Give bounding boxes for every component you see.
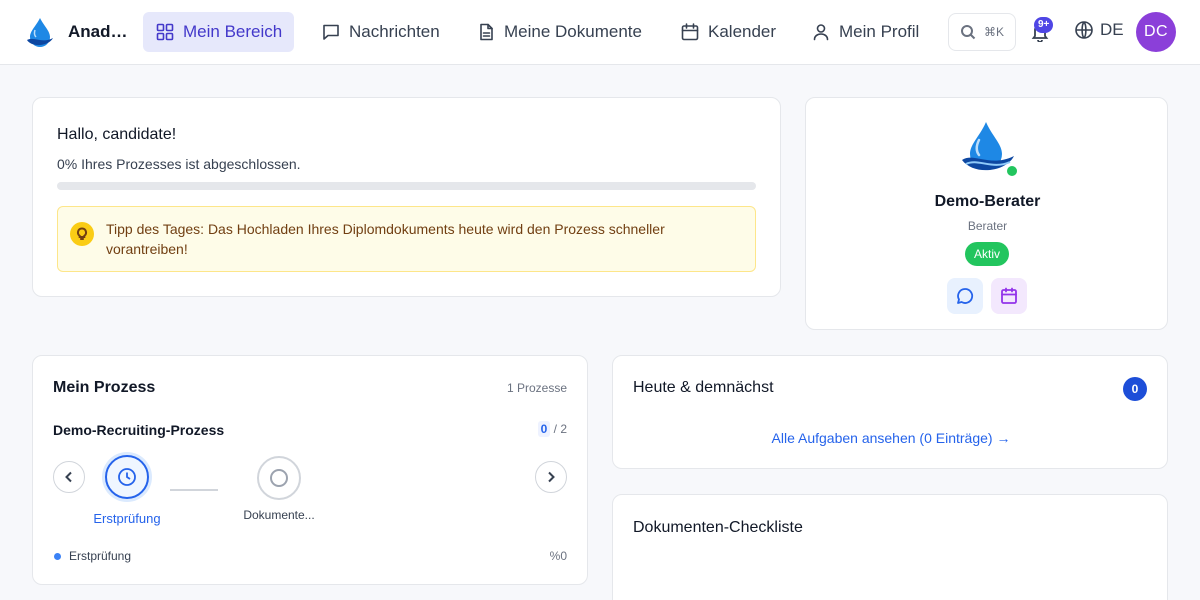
step-label: Erstprüfung — [93, 511, 161, 526]
nav-mein-bereich[interactable]: Mein Bereich — [143, 12, 295, 52]
top-navigation-bar: Anadolu Tourism Mein Bereich Nachrichten… — [0, 0, 1200, 65]
view-all-tasks-link[interactable]: Alle Aufgaben ansehen (0 Einträge) → — [613, 430, 1169, 446]
previous-step-button[interactable] — [53, 461, 85, 493]
process-count: 1 Prozesse — [506, 381, 567, 395]
online-indicator — [1005, 164, 1019, 178]
user-avatar[interactable]: DC — [1136, 12, 1176, 52]
tip-text: Tipp des Tages: Das Hochladen Ihres Dipl… — [106, 221, 665, 257]
nav-meine-dokumente[interactable]: Meine Dokumente — [464, 12, 654, 52]
greeting: Hallo, candidate! — [57, 126, 177, 143]
nav-label: Nachrichten — [349, 22, 440, 41]
progress-text: 0% Ihres Prozesses ist abgeschlossen. — [57, 156, 301, 172]
chevron-left-icon — [65, 471, 72, 483]
current-step: 0 — [537, 421, 551, 437]
task-count-badge: 0 — [1123, 377, 1147, 401]
process-card-title: Mein Prozess — [53, 379, 156, 396]
step-erstpruefung[interactable] — [105, 455, 149, 499]
nav-kalender[interactable]: Kalender — [668, 12, 788, 52]
calendar-icon — [681, 23, 699, 41]
legend-dot — [54, 553, 61, 560]
document-icon — [480, 23, 493, 41]
today-upcoming-card: Heute & demnächst 0 Alle Aufgaben ansehe… — [612, 355, 1168, 469]
legend-label: Erstprüfung — [69, 549, 132, 563]
nav-mein-profil[interactable]: Mein Profil — [799, 12, 931, 52]
advisor-role: Berater — [967, 219, 1008, 233]
chat-icon — [323, 24, 339, 40]
legend-value: %0 — [549, 549, 567, 563]
message-advisor-button[interactable] — [947, 278, 983, 314]
total-steps: / 2 — [553, 422, 567, 436]
brand-name[interactable]: Anadolu Tourism — [68, 22, 134, 42]
notification-badge: 9+ — [1034, 17, 1054, 33]
chevron-right-icon — [548, 471, 555, 483]
pending-circle-icon — [270, 469, 288, 487]
next-step-button[interactable] — [535, 461, 567, 493]
my-process-card: Mein Prozess 1 Prozesse Demo-Recruiting-… — [32, 355, 588, 585]
progress-bar — [57, 182, 756, 190]
process-name: Demo-Recruiting-Prozess — [53, 422, 225, 438]
step-label: Dokumente... — [243, 508, 315, 522]
today-card-title: Heute & demnächst — [633, 379, 774, 396]
brand-logo-icon[interactable] — [24, 16, 56, 48]
search-button[interactable]: ⌘K — [948, 13, 1016, 51]
step-dokumente[interactable] — [257, 456, 301, 500]
nav-label: Kalender — [708, 22, 777, 41]
lightbulb-icon — [70, 222, 94, 246]
schedule-appointment-button[interactable] — [991, 278, 1027, 314]
step-connector — [170, 489, 218, 491]
calendar-icon — [1001, 287, 1017, 304]
language-label: DE — [1100, 20, 1124, 39]
document-checklist-card: Dokumenten-Checkliste — [612, 494, 1168, 600]
clock-icon — [118, 468, 136, 486]
nav-nachrichten[interactable]: Nachrichten — [309, 12, 452, 52]
welcome-card: Hallo, candidate! 0% Ihres Prozesses ist… — [32, 97, 781, 297]
step-counter: 0 / 2 — [537, 421, 567, 437]
advisor-card: Demo-Berater Berater Aktiv — [805, 97, 1168, 330]
status-badge: Aktiv — [965, 242, 1009, 266]
nav-label: Mein Profil — [839, 22, 920, 41]
nav-label: Meine Dokumente — [504, 22, 642, 41]
user-icon — [813, 24, 829, 41]
chat-bubble-icon — [957, 288, 974, 304]
grid-icon — [156, 23, 174, 41]
advisor-name: Demo-Berater — [934, 193, 1041, 210]
globe-icon — [1075, 21, 1093, 39]
checklist-title: Dokumenten-Checkliste — [633, 519, 803, 536]
language-switcher[interactable]: DE — [1074, 20, 1124, 40]
search-shortcut: ⌘K — [983, 25, 1004, 39]
nav-label: Mein Bereich — [183, 22, 283, 41]
tip-of-the-day: Tipp des Tages: Das Hochladen Ihres Dipl… — [57, 206, 756, 272]
search-icon — [960, 25, 976, 40]
